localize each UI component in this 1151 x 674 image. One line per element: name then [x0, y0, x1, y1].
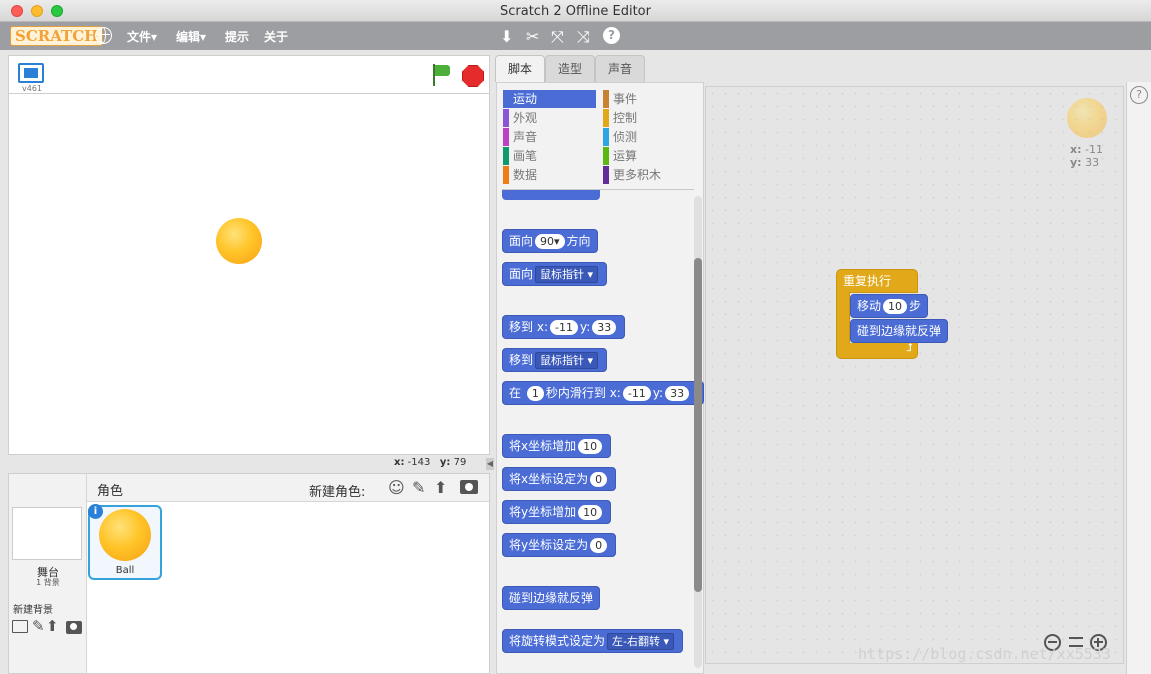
palette-scroll-thumb[interactable] [694, 258, 702, 592]
language-globe-icon[interactable] [95, 27, 112, 44]
tab-scripts[interactable]: 脚本 [495, 55, 546, 82]
upload-backdrop-icon[interactable]: ⬆ [46, 617, 59, 635]
block-change-y[interactable]: 将y坐标增加 10 [502, 500, 612, 524]
mouse-coords: x: -143 y: 79 [394, 457, 467, 468]
script-move-block[interactable]: 移动 10 步 [850, 294, 929, 318]
block-set-y[interactable]: 将y坐标设定为 0 [502, 533, 617, 557]
info-icon[interactable]: i [88, 504, 103, 519]
script-forever-block[interactable]: 重复执行 [836, 269, 918, 293]
block-point-towards[interactable]: 面向 鼠标指针 ▾ [502, 262, 608, 286]
backdrop-count: 1 背景 [36, 578, 60, 587]
partial-block[interactable] [502, 190, 600, 200]
script-forever-arm [836, 292, 850, 344]
category-control[interactable]: 控制 [603, 109, 693, 127]
category-motion[interactable]: 运动 [503, 90, 596, 108]
block-set-rotation-style[interactable]: 将旋转模式设定为 左-右翻转 ▾ [502, 629, 684, 653]
menu-edit[interactable]: 编辑▾ [176, 28, 206, 45]
collapse-stage-icon[interactable]: ◀ [486, 458, 494, 470]
sprite-thumbnail [99, 509, 151, 561]
category-list-right: 事件 控制 侦测 运算 更多积木 [603, 90, 693, 184]
upload-sprite-icon[interactable]: ⬆ [434, 478, 447, 497]
category-data[interactable]: 数据 [503, 166, 596, 184]
paint-backdrop-icon[interactable]: ✎ [32, 617, 45, 635]
tips-help-icon[interactable]: ? [1130, 86, 1148, 104]
backdrop-library-icon[interactable] [12, 620, 28, 633]
tab-costumes[interactable]: 造型 [545, 55, 596, 82]
script-forever-bottom: ⮥ [836, 341, 918, 359]
sprite-panel-header [87, 474, 489, 502]
window-title: Scratch 2 Offline Editor [500, 4, 651, 19]
watermark: https://blog.csdn.net/xx5533 [858, 645, 1111, 663]
choose-sprite-library-icon[interactable]: ☺ [388, 478, 405, 497]
sprite-name: Ball [115, 565, 135, 576]
green-flag-icon[interactable] [431, 64, 451, 86]
script-bounce-block[interactable]: 碰到边缘就反弹 [850, 319, 949, 343]
block-change-x[interactable]: 将x坐标增加 10 [502, 434, 612, 458]
tab-sounds[interactable]: 声音 [595, 55, 646, 82]
shrink-icon[interactable]: ⤨ [577, 27, 590, 47]
camera-sprite-icon[interactable] [460, 480, 478, 494]
presentation-mode-icon[interactable] [18, 63, 44, 83]
menu-tips[interactable]: 提示 [225, 28, 249, 45]
cut-icon[interactable]: ✂ [526, 27, 539, 46]
block-set-x[interactable]: 将x坐标设定为 0 [502, 467, 617, 491]
category-looks[interactable]: 外观 [503, 109, 596, 127]
side-tips-strip [1126, 82, 1151, 674]
category-pen[interactable]: 画笔 [503, 147, 596, 165]
category-list-left: 运动 外观 声音 画笔 数据 [503, 90, 596, 184]
paint-sprite-icon[interactable]: ✎ [412, 478, 425, 497]
new-backdrop-label: 新建背景 [13, 605, 53, 616]
new-sprite-label: 新建角色: [309, 485, 366, 500]
category-sensing[interactable]: 侦测 [603, 128, 693, 146]
scripts-area[interactable] [705, 86, 1124, 664]
block-glide[interactable]: 在 1 秒内滑行到 x: -11 y: 33 [502, 381, 704, 405]
stage-canvas[interactable] [8, 93, 490, 455]
sprites-title: 角色 [97, 484, 124, 499]
block-bounce[interactable]: 碰到边缘就反弹 [502, 586, 601, 610]
category-operators[interactable]: 运算 [603, 147, 693, 165]
menu-about[interactable]: 关于 [264, 28, 288, 45]
camera-backdrop-icon[interactable] [66, 621, 82, 634]
category-sound[interactable]: 声音 [503, 128, 596, 146]
stamp-icon[interactable]: ⬇ [500, 27, 513, 46]
block-go-to[interactable]: 移到 鼠标指针 ▾ [502, 348, 608, 372]
ball-sprite[interactable] [216, 218, 262, 264]
menu-bar [0, 22, 1151, 50]
category-events[interactable]: 事件 [603, 90, 693, 108]
current-sprite-thumbnail [1067, 98, 1107, 138]
menu-file[interactable]: 文件▾ [127, 28, 157, 45]
block-point-in-direction[interactable]: 面向 90▾ 方向 [502, 229, 598, 253]
help-icon[interactable]: ? [603, 27, 620, 44]
category-more-blocks[interactable]: 更多积木 [603, 166, 693, 184]
sprite-position: x: -11 y: 33 [1070, 143, 1103, 169]
grow-icon[interactable]: ⤧ [551, 27, 564, 47]
stage-header [8, 55, 490, 93]
loop-arrow-icon: ⮥ [906, 341, 914, 354]
version-label: v461 [22, 84, 43, 93]
scratch-logo[interactable]: SCRATCH [10, 26, 104, 46]
stage-thumbnail[interactable] [12, 507, 82, 560]
block-go-to-xy[interactable]: 移到 x: -11 y: 33 [502, 315, 626, 339]
